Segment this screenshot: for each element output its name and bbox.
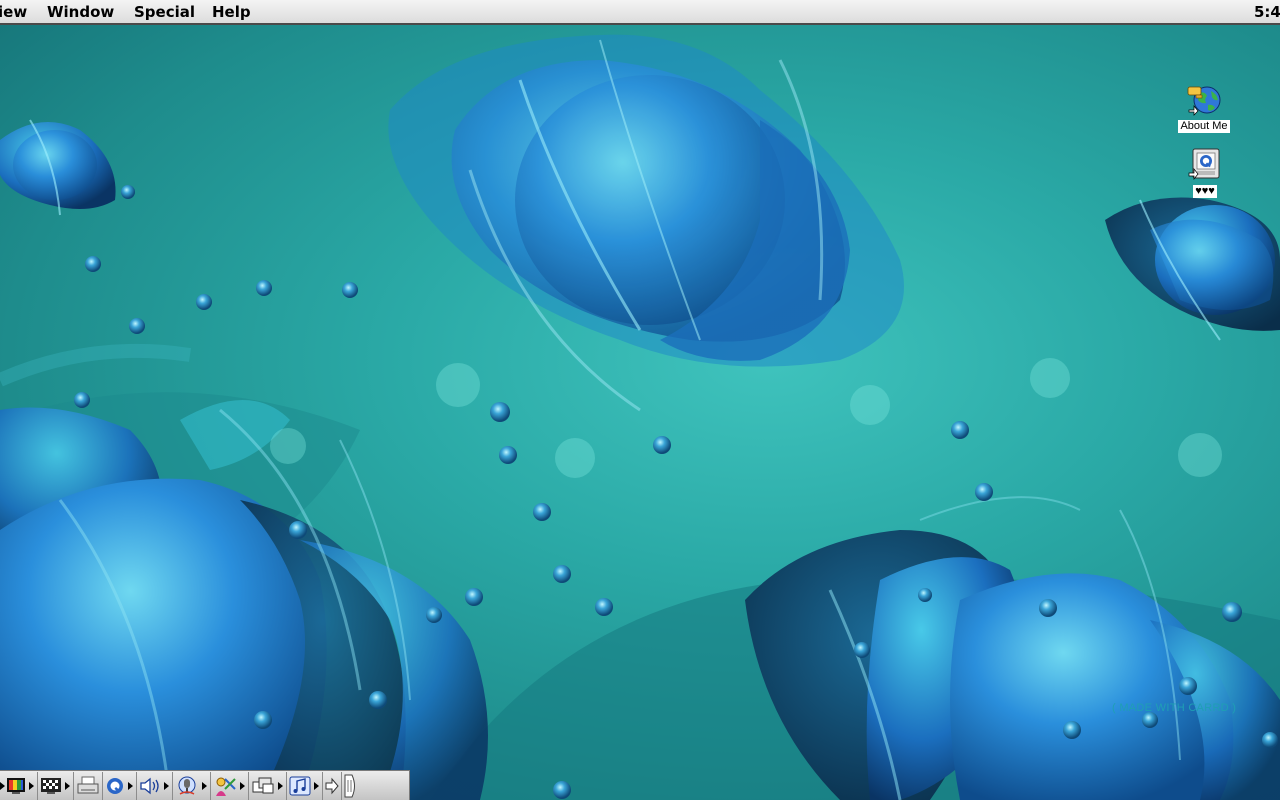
desktop-icon-hearts[interactable]: ♥♥♥ xyxy=(1180,147,1230,199)
control-strip-cd[interactable] xyxy=(287,771,323,800)
web-sharing-icon xyxy=(325,777,339,794)
monitor-resolution-icon xyxy=(41,777,61,794)
microphone-icon xyxy=(178,776,196,795)
menu-view[interactable]: iew xyxy=(0,3,27,21)
location-manager-icon xyxy=(216,777,236,796)
control-strip-location[interactable] xyxy=(211,771,249,800)
control-strip-file-sharing[interactable] xyxy=(249,771,287,800)
desktop-icon-label: ♥♥♥ xyxy=(1193,185,1217,198)
popup-arrow-icon xyxy=(164,781,169,790)
quicktime-document-icon xyxy=(1188,148,1220,180)
desktop-icon-about-me[interactable]: About Me xyxy=(1176,84,1232,134)
carrd-watermark[interactable]: ( MADE WITH CARRD ) xyxy=(1112,702,1236,714)
menu-bar: iew Window Special Help 5:4 xyxy=(0,0,1280,25)
control-strip-arrow-icon xyxy=(0,781,5,790)
control-strip-tab[interactable] xyxy=(342,772,360,800)
speaker-volume-icon xyxy=(140,777,159,794)
menu-help[interactable]: Help xyxy=(212,3,251,21)
control-strip-volume[interactable] xyxy=(137,771,173,800)
strip-tab-icon xyxy=(344,774,355,797)
menu-clock[interactable]: 5:4 xyxy=(1254,3,1280,21)
quicktime-icon xyxy=(107,777,123,794)
popup-arrow-icon xyxy=(240,781,245,790)
globe-alias-icon xyxy=(1187,86,1221,116)
control-strip xyxy=(0,770,410,800)
popup-arrow-icon xyxy=(128,781,133,790)
desktop-icon-label: About Me xyxy=(1178,120,1230,133)
popup-arrow-icon xyxy=(278,781,283,790)
music-cd-icon xyxy=(289,776,311,795)
popup-arrow-icon xyxy=(65,781,70,790)
control-strip-quicktime[interactable] xyxy=(103,771,137,800)
popup-arrow-icon xyxy=(314,781,319,790)
control-strip-web-sharing[interactable] xyxy=(323,771,342,800)
control-strip-sound-input[interactable] xyxy=(173,771,211,800)
monitor-bit-depth-icon xyxy=(7,777,25,794)
wallpaper xyxy=(0,34,1280,800)
file-sharing-icon xyxy=(252,777,274,793)
control-strip-bit-depth[interactable] xyxy=(0,771,38,800)
desktop: iew Window Special Help 5:4 About Me ♥♥♥ xyxy=(0,0,1280,800)
popup-arrow-icon xyxy=(202,781,207,790)
printer-icon xyxy=(77,776,99,793)
control-strip-printer[interactable] xyxy=(74,771,103,800)
control-strip-resolution[interactable] xyxy=(38,771,74,800)
popup-arrow-icon xyxy=(29,781,34,790)
menu-window[interactable]: Window xyxy=(47,3,114,21)
menu-special[interactable]: Special xyxy=(134,3,195,21)
